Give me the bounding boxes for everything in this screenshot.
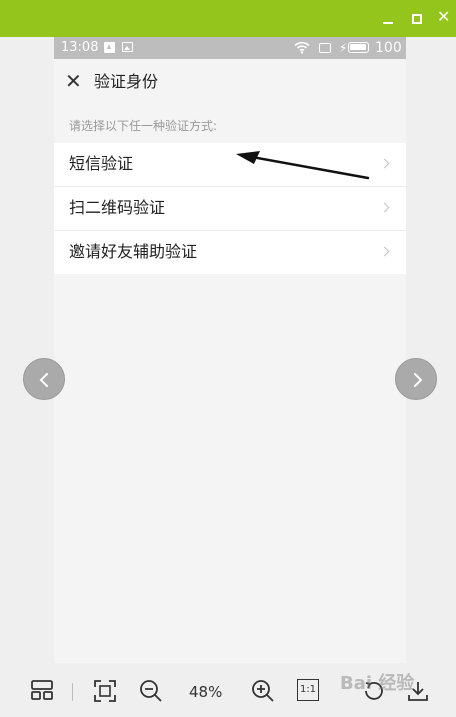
chevron-right-icon bbox=[379, 158, 390, 169]
fit-to-window-icon[interactable] bbox=[93, 679, 117, 703]
close-icon[interactable]: ✕ bbox=[65, 71, 83, 91]
viewer-toolbar: 48% 1:1 Bai 经验 bbox=[0, 663, 456, 717]
chevron-right-icon bbox=[414, 373, 423, 387]
charging-icon: ⚡ bbox=[339, 41, 348, 55]
thumbnails-icon[interactable] bbox=[30, 679, 54, 701]
close-button[interactable]: ✕ bbox=[437, 9, 453, 25]
image-notification-icon bbox=[122, 42, 133, 52]
option-label: 扫二维码验证 bbox=[69, 198, 166, 217]
chevron-left-icon bbox=[39, 373, 48, 387]
upload-notification-icon bbox=[104, 42, 115, 53]
chevron-right-icon bbox=[379, 202, 390, 213]
zoom-in-icon[interactable] bbox=[251, 679, 275, 703]
status-time: 13:08 bbox=[61, 40, 99, 55]
maximize-button[interactable] bbox=[409, 11, 425, 27]
instruction-text: 请选择以下任一种验证方式: bbox=[69, 119, 218, 133]
status-bar: 13:08 ⚡ 100 bbox=[54, 37, 406, 59]
page-title: 验证身份 bbox=[94, 72, 159, 91]
rotation-lock-icon bbox=[319, 43, 331, 53]
actual-size-button[interactable]: 1:1 bbox=[297, 679, 319, 701]
option-label: 邀请好友辅助验证 bbox=[69, 242, 198, 261]
battery-level: 100 bbox=[375, 40, 402, 56]
battery-icon bbox=[348, 42, 369, 53]
toolbar-divider bbox=[72, 683, 73, 701]
watermark-text: Bai 经验 bbox=[340, 673, 415, 694]
minimize-button[interactable] bbox=[380, 11, 396, 27]
viewer-title-bar: ✕ bbox=[0, 0, 456, 37]
chevron-right-icon bbox=[379, 246, 390, 257]
zoom-level: 48% bbox=[189, 683, 223, 701]
annotation-arrow-icon bbox=[236, 151, 370, 180]
option-label: 短信验证 bbox=[69, 154, 134, 173]
next-image-button[interactable] bbox=[395, 358, 437, 400]
phone-screenshot: 13:08 ⚡ 100 ✕ 验证身份 请选择以下任一种验证方式: 短信验证 扫二… bbox=[54, 37, 406, 663]
page-header: ✕ 验证身份 bbox=[54, 59, 406, 107]
zoom-out-icon[interactable] bbox=[139, 679, 163, 703]
previous-image-button[interactable] bbox=[23, 358, 65, 400]
option-friend-assisted-verification[interactable]: 邀请好友辅助验证 bbox=[54, 231, 406, 274]
option-qr-verification[interactable]: 扫二维码验证 bbox=[54, 187, 406, 231]
wifi-icon bbox=[294, 41, 310, 54]
